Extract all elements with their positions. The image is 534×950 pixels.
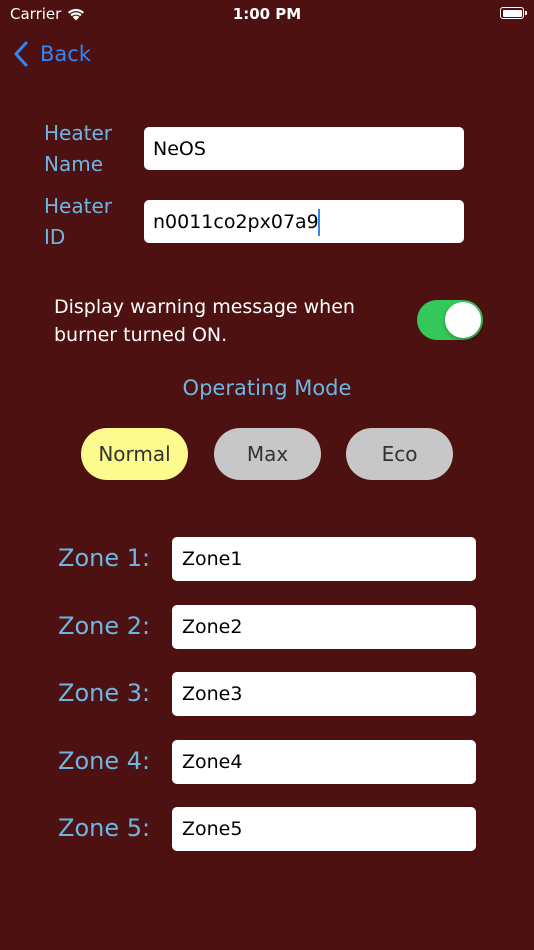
zone-3-input[interactable] <box>172 672 476 716</box>
heater-name-label: Heater Name <box>44 121 112 176</box>
zone-5-input[interactable] <box>172 807 476 851</box>
zone-5-label: Zone 5: <box>58 814 151 842</box>
zone-1-label: Zone 1: <box>58 544 151 572</box>
status-bar: Carrier 1:00 PM <box>0 0 534 30</box>
zone-4-label: Zone 4: <box>58 747 151 775</box>
warning-toggle[interactable] <box>417 300 483 340</box>
mode-normal-button[interactable]: Normal <box>81 428 188 480</box>
chevron-left-icon <box>14 41 28 67</box>
heater-name-input[interactable] <box>144 127 464 170</box>
text-caret <box>318 209 320 236</box>
mode-eco-button[interactable]: Eco <box>346 428 453 480</box>
zone-1-input[interactable] <box>172 537 476 581</box>
heater-id-label: Heater ID <box>44 194 112 249</box>
back-button[interactable]: Back <box>14 38 91 70</box>
warning-message-label: Display warning message when burner turn… <box>54 296 355 346</box>
zone-2-input[interactable] <box>172 605 476 649</box>
operating-mode-title: Operating Mode <box>182 376 352 400</box>
zone-3-label: Zone 3: <box>58 679 151 707</box>
zone-4-input[interactable] <box>172 740 476 784</box>
status-time: 1:00 PM <box>232 5 302 23</box>
back-label: Back <box>40 42 91 66</box>
zone-2-label: Zone 2: <box>58 612 151 640</box>
battery-icon <box>500 7 527 19</box>
mode-max-button[interactable]: Max <box>214 428 321 480</box>
toggle-knob <box>445 302 481 338</box>
heater-id-input[interactable] <box>144 200 464 243</box>
